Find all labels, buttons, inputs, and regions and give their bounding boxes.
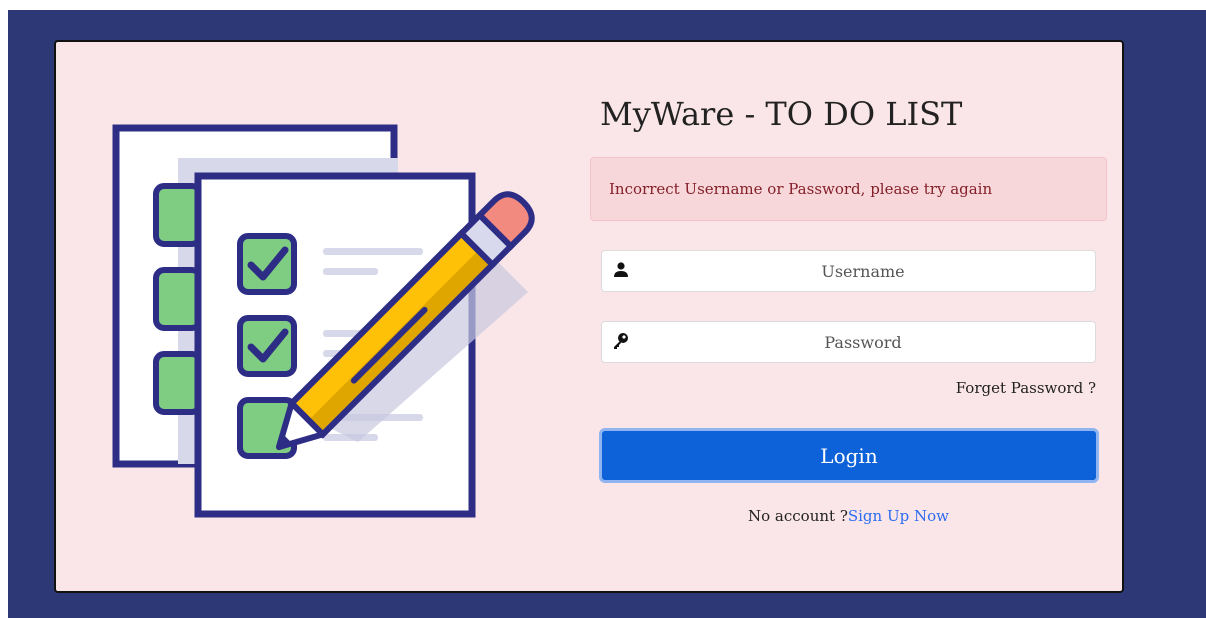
username-field[interactable] — [601, 250, 1096, 292]
forget-password-link[interactable]: Forget Password ? — [956, 379, 1096, 397]
key-icon — [614, 333, 628, 349]
login-button[interactable]: Login — [599, 428, 1099, 483]
error-alert: Incorrect Username or Password, please t… — [590, 157, 1107, 221]
username-input[interactable] — [638, 251, 1088, 291]
password-input[interactable] — [638, 322, 1088, 362]
signup-prompt: No account ? — [748, 507, 848, 525]
signup-prompt-row: No account ?Sign Up Now — [590, 507, 1107, 525]
password-field[interactable] — [601, 321, 1096, 363]
user-icon — [614, 262, 628, 277]
checklist-pencil-illustration — [112, 124, 535, 518]
signup-link[interactable]: Sign Up Now — [848, 507, 949, 525]
page-title: MyWare - TO DO LIST — [600, 95, 963, 133]
